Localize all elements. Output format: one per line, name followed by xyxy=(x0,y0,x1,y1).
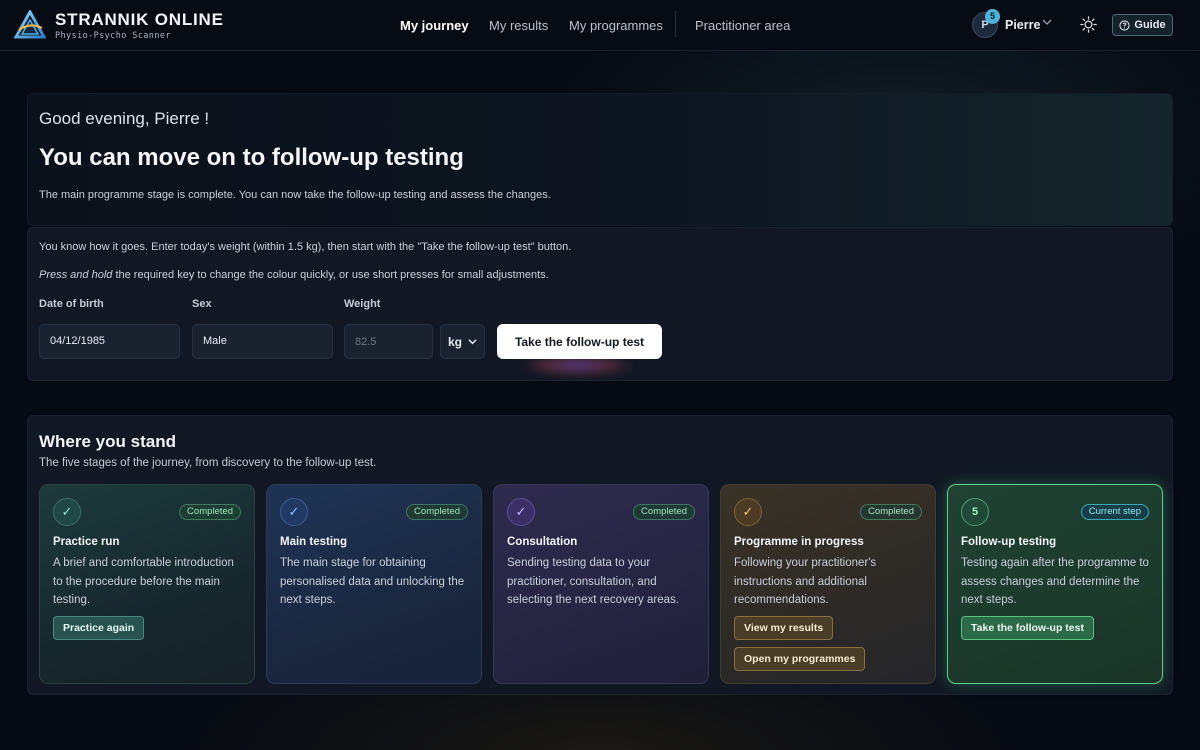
greeting-text: Good evening, Pierre ! xyxy=(39,109,210,128)
view-my-results-button[interactable]: View my results xyxy=(734,616,834,640)
check-icon: ✓ xyxy=(734,498,762,526)
brand-name: STRANNIK ONLINE xyxy=(55,10,224,29)
section-subtitle: The five stages of the journey, from dis… xyxy=(39,457,377,469)
top-header: STRANNIK ONLINE Physio-Psycho Scanner My… xyxy=(0,0,1200,51)
step-number-icon: 5 xyxy=(961,498,989,526)
take-follow-up-test-button[interactable]: Take the follow-up test xyxy=(497,324,662,359)
user-name[interactable]: Pierre xyxy=(1005,18,1040,32)
help-circle-icon xyxy=(1119,19,1130,31)
step-card-consultation: ✓ Completed Consultation Sending testing… xyxy=(493,484,709,684)
hero-panel: Good evening, Pierre ! You can move on t… xyxy=(27,93,1173,226)
sex-field[interactable]: Male xyxy=(192,324,333,359)
current-step-badge: Current step xyxy=(1080,504,1149,520)
weight-input[interactable] xyxy=(344,324,433,359)
chevron-down-icon[interactable] xyxy=(1042,17,1052,27)
step-title: Practice run xyxy=(53,536,120,548)
step-card-programme-in-progress: ✓ Completed Programme in progress Follow… xyxy=(720,484,936,684)
strannik-logo-icon[interactable] xyxy=(14,10,46,40)
dob-field[interactable]: 04/12/1985 xyxy=(39,324,180,359)
sun-icon[interactable] xyxy=(1080,16,1097,33)
step-description: The main stage for obtaining personalise… xyxy=(280,557,465,606)
step-description: A brief and comfortable introduction to … xyxy=(53,557,234,606)
nav-divider xyxy=(675,11,676,37)
check-icon: ✓ xyxy=(280,498,308,526)
weight-label: Weight xyxy=(344,298,381,310)
step-title: Programme in progress xyxy=(734,536,864,548)
status-badge: Completed xyxy=(406,504,468,520)
step-title: Main testing xyxy=(280,536,348,548)
guide-button-label: Guide xyxy=(1134,19,1166,31)
follow-up-form-panel: You know how it goes. Enter today's weig… xyxy=(27,227,1173,381)
step-card-practice-run: ✓ Completed Practice run A brief and com… xyxy=(39,484,255,684)
open-my-programmes-button[interactable]: Open my programmes xyxy=(734,647,866,671)
nav-my-journey[interactable]: My journey xyxy=(400,18,469,33)
nav-practitioner-area[interactable]: Practitioner area xyxy=(695,18,790,33)
step-card-main-testing: ✓ Completed Main testing The main stage … xyxy=(266,484,482,684)
instruction-rest: the required key to change the colour qu… xyxy=(112,269,549,281)
page-title: You can move on to follow-up testing xyxy=(39,144,464,171)
notification-badge: 5 xyxy=(985,9,1000,24)
weight-unit-select[interactable]: kg xyxy=(440,324,485,359)
hero-description: The main programme stage is complete. Yo… xyxy=(39,189,551,201)
chevron-down-icon xyxy=(468,339,477,345)
step-title: Consultation xyxy=(507,536,578,548)
nav-my-programmes[interactable]: My programmes xyxy=(569,18,663,33)
step-card-follow-up-testing: 5 Current step Follow-up testing Testing… xyxy=(947,484,1163,684)
nav-my-results[interactable]: My results xyxy=(489,18,548,33)
step-description: Sending testing data to your practitione… xyxy=(507,557,679,606)
take-follow-up-test-card-button[interactable]: Take the follow-up test xyxy=(961,616,1094,640)
status-badge: Completed xyxy=(633,504,695,520)
status-badge: Completed xyxy=(860,504,922,520)
instruction-emphasis: Press and hold xyxy=(39,269,113,281)
dob-label: Date of birth xyxy=(39,298,104,310)
status-badge: Completed xyxy=(179,504,241,520)
step-title: Follow-up testing xyxy=(961,536,1057,548)
brand-tagline: Physio-Psycho Scanner xyxy=(55,31,171,41)
step-description: Following your practitioner's instructio… xyxy=(734,557,877,606)
step-description: Testing again after the programme to ass… xyxy=(961,557,1149,606)
check-icon: ✓ xyxy=(53,498,81,526)
journey-panel: Where you stand The five stages of the j… xyxy=(27,415,1173,695)
section-title: Where you stand xyxy=(39,432,176,451)
check-icon: ✓ xyxy=(507,498,535,526)
sex-label: Sex xyxy=(192,298,212,310)
instruction-text-secondary: Press and hold the required key to chang… xyxy=(39,269,549,281)
guide-button[interactable]: Guide xyxy=(1112,14,1173,36)
instruction-text: You know how it goes. Enter today's weig… xyxy=(39,241,572,253)
weight-unit-value: kg xyxy=(447,334,462,349)
practice-again-button[interactable]: Practice again xyxy=(53,616,145,640)
